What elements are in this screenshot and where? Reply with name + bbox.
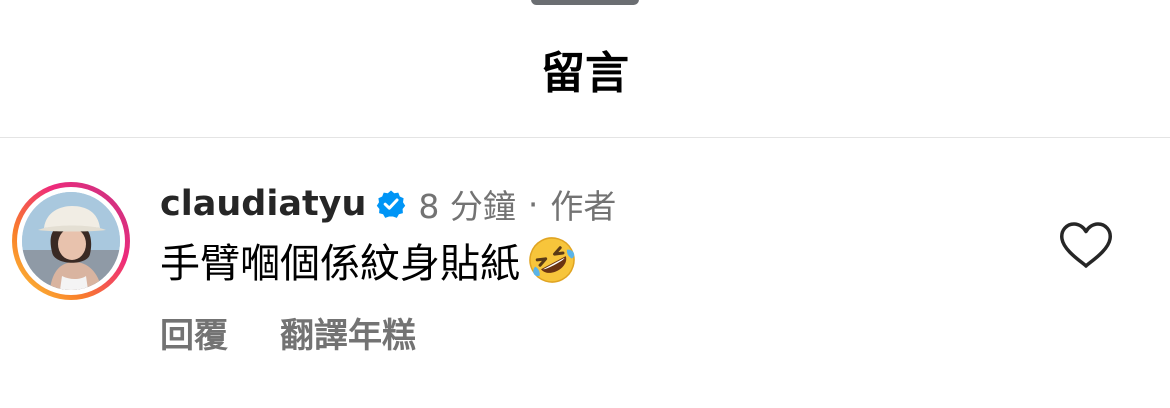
comment-text: 手臂嗰個係紋身貼紙 — [160, 241, 520, 287]
avatar — [22, 192, 120, 290]
sheet-grabber-handle[interactable] — [531, 0, 639, 5]
comment-actions: 回覆 翻譯年糕 — [160, 308, 416, 356]
avatar-photo — [22, 192, 120, 290]
comment-header: claudiatyu 8 分鐘 · 作者 — [160, 180, 616, 228]
comment-timestamp: 8 分鐘 — [418, 187, 516, 226]
meta-separator: · — [527, 184, 539, 224]
page-title: 留言 — [541, 48, 629, 99]
author-label: 作者 — [550, 187, 617, 226]
comments-sheet: 留言 claudiatyu 8 分鐘 · 作者 手臂嗰個係紋身貼紙 回覆 翻譯年… — [0, 0, 1170, 408]
translate-button[interactable]: 翻譯年糕 — [280, 308, 416, 357]
rolling-laughing-emoji-icon — [526, 234, 578, 286]
reply-button[interactable]: 回覆 — [160, 308, 228, 357]
avatar-ring-gap — [17, 187, 125, 295]
like-button[interactable] — [1058, 221, 1114, 271]
heart-outline-icon — [1060, 222, 1112, 268]
username-link[interactable]: claudiatyu — [160, 184, 366, 224]
comment-body: 手臂嗰個係紋身貼紙 — [160, 232, 578, 288]
header-divider — [0, 137, 1170, 138]
avatar-story-ring[interactable] — [12, 182, 130, 300]
verified-badge-icon — [376, 189, 406, 219]
